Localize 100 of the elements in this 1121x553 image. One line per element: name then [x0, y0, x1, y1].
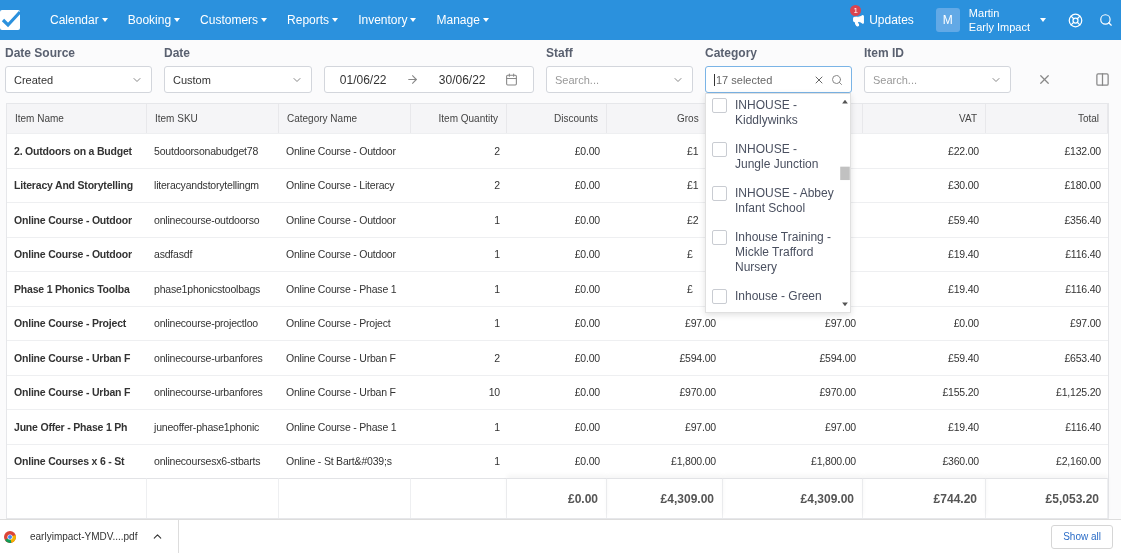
table-cell: onlinecourse-urbanfores	[147, 340, 279, 375]
field-label: Staff	[546, 46, 574, 61]
table-cell: Online Course - Literacy	[279, 167, 411, 203]
column-header[interactable]: Discounts	[507, 104, 607, 134]
table-cell: Online Course - Outdoor	[279, 202, 411, 237]
arrow-right-icon	[406, 73, 420, 87]
table-cell: Online Course - Urban F	[279, 340, 411, 375]
notification-badge: 1	[850, 5, 862, 17]
table-cell: Online Course - Outdoor	[279, 236, 411, 272]
table-cell: Online - St Bart&#039;s	[279, 443, 411, 479]
table-cell: Online Course - Project	[279, 305, 411, 341]
table-cell: £0.00	[507, 236, 607, 272]
table-cell: June Offer - Phase 1 Ph	[7, 409, 147, 444]
table-cell: 2. Outdoors on a Budget	[7, 133, 147, 168]
date-select[interactable]: Custom	[164, 66, 312, 94]
table-cell: 1	[411, 202, 507, 237]
table-cell: Online Course - Urban F	[279, 374, 411, 410]
table-cell: £1,800.00	[723, 443, 863, 479]
logo-icon[interactable]	[0, 9, 22, 32]
table-cell: £22.00	[863, 133, 986, 168]
table-cell: £97.00	[723, 409, 863, 444]
column-header[interactable]: Category Name	[279, 104, 411, 134]
table-cell: phase1phonicstoolbags	[147, 271, 279, 306]
table-cell: juneoffer-phase1phonic	[147, 409, 279, 444]
table-cell: £19.40	[863, 409, 986, 444]
table-cell: £0.00	[507, 133, 607, 168]
table-cell: £132.00	[986, 133, 1108, 168]
show-all-button[interactable]: Show all	[1051, 524, 1113, 549]
table-cell: £1,800.00	[607, 443, 723, 479]
table-cell: onlinecourse-projectloo	[147, 305, 279, 341]
columns-icon[interactable]	[1095, 72, 1110, 88]
table-cell: asdfasdf	[147, 236, 279, 272]
table-cell: 2	[411, 340, 507, 375]
table-cell: £970.00	[723, 374, 863, 410]
table-cell: £1,125.20	[986, 374, 1108, 410]
table-cell: Literacy And Storytelling	[7, 167, 147, 203]
table-cell: £0.00	[507, 340, 607, 375]
search-icon[interactable]	[1099, 13, 1113, 28]
table-cell: 1	[411, 305, 507, 341]
total-cell: £4,309.00	[723, 478, 863, 519]
total-cell: £4,309.00	[607, 478, 723, 519]
table-cell: 2	[411, 133, 507, 168]
calendar-icon[interactable]	[505, 73, 519, 87]
column-header[interactable]: Total	[986, 104, 1108, 134]
category-multiselect[interactable]: 17 selected	[705, 66, 852, 94]
total-cell: £744.20	[863, 478, 986, 519]
table-cell: £19.40	[863, 236, 986, 272]
total-cell: £5,053.20	[986, 478, 1108, 519]
table-cell: £356.40	[986, 202, 1108, 237]
table-cell: £2,160.00	[986, 443, 1108, 479]
table-cell: Online Course - Outdoor	[279, 133, 411, 168]
browser-logo-icon	[4, 530, 16, 543]
table-cell: £970.00	[607, 374, 723, 410]
download-item[interactable]: earlyimpact-YMDV....pdf	[0, 520, 180, 553]
table-cell: 1	[411, 409, 507, 444]
column-header[interactable]: Item Quantity	[411, 104, 507, 134]
table-cell: onlinecourse-urbanfores	[147, 374, 279, 410]
table-cell: £116.40	[986, 236, 1108, 272]
table-cell: onlinecourse-outdoorso	[147, 202, 279, 237]
table-cell: £155.20	[863, 374, 986, 410]
table-cell: £59.40	[863, 202, 986, 237]
table-cell: onlinecoursesx6-stbarts	[147, 443, 279, 479]
field-label: Date	[164, 46, 191, 61]
date-source-select[interactable]: Created	[5, 66, 152, 94]
total-cell: £0.00	[507, 478, 607, 519]
table-cell: £97.00	[986, 305, 1108, 341]
column-header[interactable]: VAT	[863, 104, 986, 134]
checkbox[interactable]	[712, 98, 727, 114]
table-cell: Online Course - Urban F	[7, 374, 147, 410]
table-cell: £0.00	[863, 305, 986, 341]
user-name: Martin	[968, 6, 1001, 21]
column-header[interactable]: Item SKU	[147, 104, 279, 134]
help-lifebuoy-icon[interactable]	[1068, 12, 1083, 28]
table-cell: £97.00	[607, 409, 723, 444]
table-cell: £594.00	[607, 340, 723, 375]
table-cell: Online Course - Phase 1	[279, 409, 411, 444]
field-label: Item ID	[864, 46, 905, 61]
table-cell: £0.00	[507, 271, 607, 306]
table-cell: £0.00	[507, 409, 607, 444]
table-cell: £0.00	[507, 305, 607, 341]
checkbox[interactable]	[712, 142, 727, 158]
checkbox[interactable]	[712, 230, 727, 246]
checkbox[interactable]	[712, 289, 727, 305]
table-cell: literacyandstorytellingm	[147, 167, 279, 203]
table-cell: £0.00	[507, 443, 607, 479]
column-header[interactable]: Item Name	[7, 104, 147, 134]
checkbox[interactable]	[712, 186, 727, 202]
table-cell: £0.00	[507, 202, 607, 237]
table-cell: Online Courses x 6 - St	[7, 443, 147, 479]
table-cell: Online Course - Urban F	[7, 340, 147, 375]
table-cell: £30.00	[863, 167, 986, 203]
table-cell: £19.40	[863, 271, 986, 306]
table-cell: 1	[411, 236, 507, 272]
table-cell: £180.00	[986, 167, 1108, 203]
user-menu-caret-icon[interactable]	[1040, 18, 1046, 23]
date-range-field[interactable]: 01/06/22 30/06/22	[324, 66, 534, 94]
table-cell: £97.00	[607, 305, 723, 341]
search-icon[interactable]	[831, 73, 843, 86]
table-cell: 1	[411, 443, 507, 479]
table-cell: £653.40	[986, 340, 1108, 375]
